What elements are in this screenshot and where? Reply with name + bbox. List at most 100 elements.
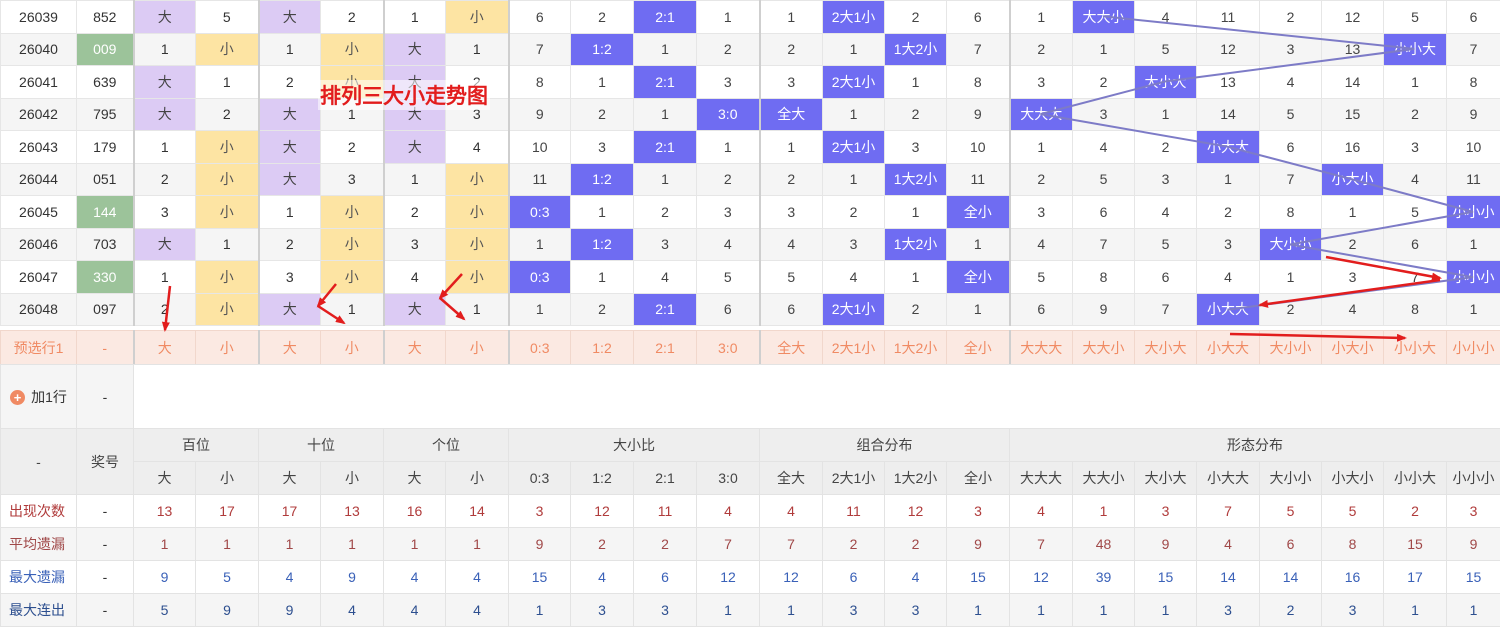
omission-count: 3	[696, 195, 760, 229]
hit-marker: 2大1小	[822, 130, 885, 164]
preselect-option[interactable]: 小小小	[1446, 330, 1500, 365]
stats-value: 1	[1009, 593, 1073, 627]
stats-value: 2	[822, 527, 885, 561]
stats-value: 7	[1009, 527, 1073, 561]
omission-count: 2	[633, 195, 697, 229]
stats-value: 4	[1196, 527, 1260, 561]
stats-row: 最大连出 -5 9 9 4 4 4 1 3 3 1 1 3 3 1 1 1 1 3 2 3 1 1	[0, 593, 1500, 627]
preselect-option[interactable]: 小大大	[1196, 330, 1260, 365]
omission-count: 3	[570, 130, 634, 164]
preselect-option[interactable]: 1大2小	[884, 330, 947, 365]
omission-count: 1	[1008, 130, 1073, 164]
preselect-option[interactable]: 0:3	[507, 330, 571, 365]
stats-value: 4	[320, 593, 384, 627]
stats-value: 7	[696, 527, 760, 561]
preselect-option[interactable]: 小小大	[1383, 330, 1447, 365]
stats-value: 3	[946, 494, 1010, 528]
stats-column-header: 1:2	[570, 461, 634, 495]
hit-marker: 1大2小	[884, 32, 947, 66]
stats-column-header: 小	[195, 461, 259, 495]
draw-row: 26046 703 大 1 2 小 3 小 1 1:2 3 4 4 3 1大2小 1 4 7 5 3 大小小 2 6 1	[0, 227, 1500, 261]
preselect-option[interactable]: 1:2	[570, 330, 634, 365]
preselect-option[interactable]: 大	[382, 330, 446, 365]
stats-value: 1	[946, 593, 1010, 627]
stats-value: 12	[759, 560, 823, 594]
omission-count: 1	[822, 32, 885, 66]
stats-value: 5	[1259, 494, 1322, 528]
omission-count: 4	[1008, 227, 1073, 261]
draw-row: 26039 852 大 5 大 2 1 小 6 2 2:1 1 1 2大1小 2 6 1 大大小 4 11 2 12 5 6	[0, 0, 1500, 34]
preselect-option[interactable]: 大	[132, 330, 196, 365]
omission-count: 11	[1196, 0, 1260, 34]
preselect-option[interactable]: 2:1	[633, 330, 697, 365]
stats-value: 15	[1134, 560, 1197, 594]
omission-count: 4	[445, 130, 509, 164]
omission-count: 3	[1196, 227, 1260, 261]
draw-row: 26044 051 2 小大 3 1 小 11 1:2 1 2 2 1 1大2小 11 2 5 3 1 7 小大小 4 11	[0, 162, 1500, 196]
preselect-option[interactable]: 小大小	[1321, 330, 1384, 365]
preselect-option[interactable]: 3:0	[696, 330, 760, 365]
add-row-button[interactable]: + 加1行	[0, 364, 77, 429]
omission-count: 7	[1446, 32, 1500, 66]
omission-count: 1	[445, 292, 509, 326]
omission-count: 1	[696, 130, 760, 164]
omission-count: 9	[507, 97, 571, 131]
omission-count: 2	[822, 195, 885, 229]
preselect-option[interactable]: 2大1小	[822, 330, 885, 365]
preselect-option[interactable]: 大大小	[1072, 330, 1135, 365]
small-marker: 小	[195, 32, 259, 66]
preselect-option[interactable]: 大小大	[1134, 330, 1197, 365]
stats-value: 4	[696, 494, 760, 528]
omission-count: 4	[1383, 162, 1447, 196]
preselect-option[interactable]: 全小	[946, 330, 1010, 365]
preselect-option[interactable]: 小	[445, 330, 509, 365]
omission-count: 2	[382, 195, 446, 229]
omission-count: 1	[132, 130, 196, 164]
issue-number: 26040	[0, 32, 77, 66]
preselect-option[interactable]: 小	[195, 330, 259, 365]
omission-count: 2	[1321, 227, 1384, 261]
omission-count: 3	[633, 227, 697, 261]
big-marker: 大	[382, 292, 446, 326]
stats-value: 3	[633, 593, 697, 627]
stats-value: 11	[633, 494, 697, 528]
omission-count: 5	[1072, 162, 1135, 196]
issue-number: 26042	[0, 97, 77, 131]
stats-value: 4	[884, 560, 947, 594]
stats-value: 2	[1259, 593, 1322, 627]
omission-count: 2	[132, 162, 196, 196]
omission-count: 2	[884, 0, 947, 34]
stats-value: 4	[445, 560, 509, 594]
omission-count: 5	[195, 0, 259, 34]
omission-count: 1	[507, 292, 571, 326]
add-row-prize: -	[76, 364, 134, 429]
stats-value: 9	[508, 527, 571, 561]
omission-count: 3	[696, 65, 760, 99]
stats-row: 平均遗漏 -1 1 1 1 1 1 9 2 2 7 7 2 2 9 7 48 9 4 6 8 15 9	[0, 527, 1500, 561]
stats-group-header: 个位	[383, 428, 509, 462]
omission-count: 5	[1134, 227, 1197, 261]
plus-circle-icon: +	[10, 390, 26, 406]
stats-value: 1	[195, 527, 259, 561]
preselect-option[interactable]: 大大大	[1008, 330, 1073, 365]
omission-count: 2	[320, 130, 384, 164]
stats-value: 4	[383, 560, 446, 594]
preselect-option[interactable]: 大小小	[1259, 330, 1322, 365]
stats-corner: -	[0, 428, 77, 495]
omission-count: 1	[132, 32, 196, 66]
issue-number: 26048	[0, 292, 77, 326]
omission-count: 2	[1008, 162, 1073, 196]
omission-count: 4	[758, 227, 823, 261]
stats-value: 9	[1134, 527, 1197, 561]
issue-number: 26047	[0, 260, 77, 294]
small-marker: 小	[195, 292, 259, 326]
preselect-option[interactable]: 小	[320, 330, 384, 365]
stats-column-header: 小	[445, 461, 509, 495]
omission-count: 1	[1321, 195, 1384, 229]
preselect-option[interactable]: 全大	[758, 330, 823, 365]
preselect-option[interactable]: 大	[257, 330, 321, 365]
omission-count: 10	[946, 130, 1010, 164]
hit-marker: 2大1小	[822, 292, 885, 326]
stats-value: 6	[822, 560, 885, 594]
omission-count: 11	[946, 162, 1010, 196]
